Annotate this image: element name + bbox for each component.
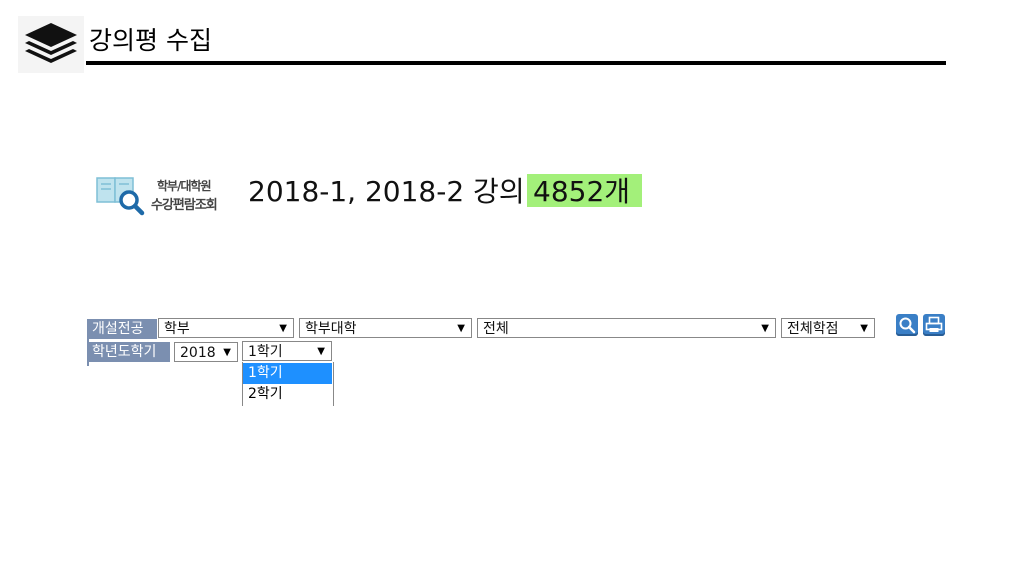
title-divider (86, 61, 946, 65)
layers-logo (18, 16, 84, 73)
brand-line-2: 수강편람조회 (151, 198, 218, 213)
credit-select-value: 전체학점 (787, 321, 839, 337)
chevron-down-icon: ▼ (223, 347, 231, 358)
stacked-layers-icon (25, 23, 77, 63)
print-button[interactable] (923, 314, 945, 336)
lecture-count-badge: 4852개 (527, 174, 642, 208)
year-select[interactable]: 2018 ▼ (174, 342, 238, 362)
credit-select[interactable]: 전체학점 ▼ (781, 318, 875, 338)
college-select-value: 학부대학 (305, 321, 357, 337)
lecture-headline: 2018-1, 2018-2 강의 (248, 175, 525, 208)
year-select-value: 2018 (180, 345, 216, 361)
term-option-2[interactable]: 2학기 (243, 384, 332, 405)
level-select[interactable]: 학부 ▼ (158, 318, 294, 338)
term-select[interactable]: 1학기 ▼ (242, 341, 332, 361)
chevron-down-icon: ▼ (317, 346, 325, 357)
major-select-value: 전체 (483, 321, 509, 337)
printer-icon (925, 316, 943, 332)
year-term-label: 학년도학기 (89, 342, 170, 362)
term-select-value: 1학기 (248, 344, 283, 360)
chevron-down-icon: ▼ (860, 323, 868, 334)
chevron-down-icon: ▼ (279, 323, 287, 334)
chevron-down-icon: ▼ (457, 323, 465, 334)
course-catalog-brand: 학부/대학원 수강편람조회 (93, 172, 233, 218)
major-select[interactable]: 전체 ▼ (477, 318, 776, 338)
level-select-value: 학부 (164, 321, 190, 337)
magnifier-icon (899, 317, 916, 334)
term-dropdown-list: 1학기 2학기 (242, 362, 334, 406)
college-select[interactable]: 학부대학 ▼ (299, 318, 472, 338)
department-label: 개설전공 (89, 319, 157, 339)
chevron-down-icon: ▼ (761, 323, 769, 334)
page-title: 강의평 수집 (89, 26, 212, 55)
brand-line-1: 학부/대학원 (157, 179, 212, 193)
book-magnifier-icon (96, 177, 145, 216)
search-button[interactable] (896, 314, 918, 336)
term-option-1[interactable]: 1학기 (243, 363, 332, 384)
